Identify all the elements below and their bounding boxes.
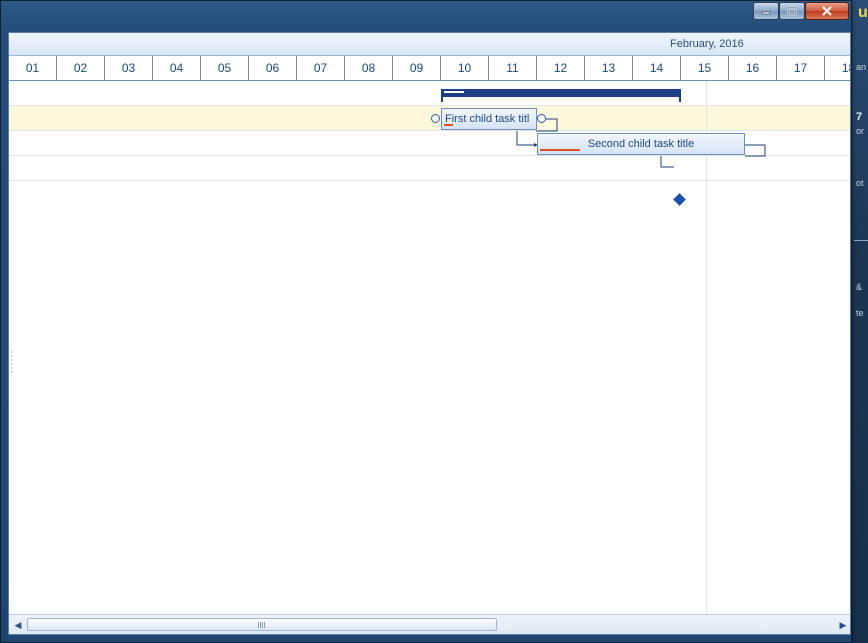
- task-title: Second child task title: [587, 138, 695, 150]
- month-label: February, 2016: [670, 38, 744, 50]
- day-header-cell: 14: [633, 56, 681, 80]
- day-header-cell: 16: [729, 56, 777, 80]
- day-header-cell: 18: [825, 56, 850, 80]
- day-header-cell: 07: [297, 56, 345, 80]
- close-icon: [822, 6, 832, 16]
- dependency-link: [660, 156, 674, 168]
- day-header-cell: 09: [393, 56, 441, 80]
- background-fragment: an: [856, 62, 867, 72]
- gantt-window: February, 2016 01 02 03 04 05 06 07 08 09 10 11 12 1…: [0, 0, 852, 643]
- close-button[interactable]: [805, 2, 849, 20]
- task-bar-second-child[interactable]: Second child task title: [537, 133, 745, 155]
- background-divider: [854, 240, 868, 241]
- scroll-thumb[interactable]: [27, 618, 497, 631]
- task-start-handle[interactable]: [431, 114, 440, 123]
- day-header-cell: 05: [201, 56, 249, 80]
- day-header-cell: 03: [105, 56, 153, 80]
- day-header-cell: 12: [537, 56, 585, 80]
- dependency-link: [516, 131, 537, 146]
- background-fragment: 7: [856, 111, 863, 123]
- timeline-month-header: February, 2016: [9, 33, 850, 56]
- day-header-cell: 01: [9, 56, 57, 80]
- task-bar-first-child[interactable]: First child task titl: [441, 108, 537, 130]
- day-header-cell: 06: [249, 56, 297, 80]
- gantt-chart-area[interactable]: First child task titl Second child task …: [9, 81, 850, 614]
- day-header-cell: 10: [441, 56, 489, 80]
- day-header-cell: 08: [345, 56, 393, 80]
- background-fragment: or: [856, 126, 865, 136]
- background-fragment: &: [856, 282, 863, 292]
- minimize-button[interactable]: [753, 2, 779, 20]
- task-progress: [444, 124, 453, 126]
- dependency-link: [745, 144, 766, 157]
- window-titlebar[interactable]: [1, 1, 851, 27]
- background-fragment: ot: [856, 178, 864, 188]
- scroll-thumb-grip: [258, 622, 265, 628]
- scroll-left-button[interactable]: ◀: [11, 617, 25, 633]
- summary-progress-highlight: [444, 91, 464, 93]
- day-header-cell: 04: [153, 56, 201, 80]
- day-header-cell: 13: [585, 56, 633, 80]
- day-header-cell: 11: [489, 56, 537, 80]
- day-header-cell: 17: [777, 56, 825, 80]
- maximize-icon: [787, 6, 797, 16]
- day-header-cell: 02: [57, 56, 105, 80]
- minimize-icon: [761, 11, 771, 15]
- task-end-handle[interactable]: [537, 114, 546, 123]
- horizontal-scrollbar[interactable]: ◀ ▶: [9, 614, 850, 634]
- background-fragment: u: [858, 4, 868, 21]
- gantt-chart: February, 2016 01 02 03 04 05 06 07 08 09 10 11 12 1…: [8, 32, 851, 635]
- summary-start-marker: [441, 97, 443, 102]
- task-title: First child task titl: [445, 113, 530, 125]
- day-header-cell: 15: [681, 56, 729, 80]
- task-progress: [540, 149, 580, 151]
- caption-buttons: [753, 2, 849, 20]
- background-fragment: te: [856, 308, 864, 318]
- summary-task-bar[interactable]: [441, 89, 681, 102]
- summary-end-marker: [679, 97, 681, 102]
- timeline-day-header: 010203040506070809101112131415161718: [9, 56, 850, 81]
- scroll-right-button[interactable]: ▶: [836, 617, 850, 633]
- maximize-button[interactable]: [779, 2, 805, 20]
- background-app-strip: u an 7 or ot & te: [852, 0, 868, 643]
